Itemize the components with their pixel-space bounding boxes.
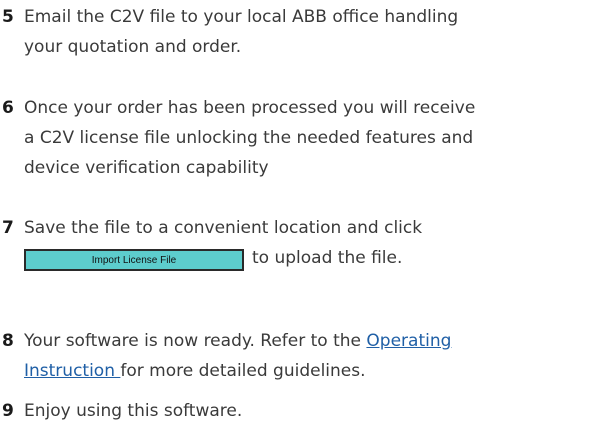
import-license-file-button[interactable]: Import License File xyxy=(24,249,244,271)
step-line: Save the file to a convenient location a… xyxy=(24,218,423,238)
step-number: 6 xyxy=(2,98,14,118)
step-line-text: for more detailed guidelines. xyxy=(120,361,366,381)
operating-instruction-link[interactable]: Operating xyxy=(366,331,451,351)
step-line: to upload the file. xyxy=(252,248,403,268)
step-text: Your software is now ready. Refer to the… xyxy=(24,326,596,386)
step-line: Once your order has been processed you w… xyxy=(24,98,476,118)
step-line: a C2V license file unlocking the needed … xyxy=(24,128,474,148)
step-line: Your software is now ready. Refer to the… xyxy=(24,326,596,356)
step-text: Email the C2V file to your local ABB off… xyxy=(24,2,596,62)
step-number: 5 xyxy=(2,7,14,27)
step-line: Instruction for more detailed guidelines… xyxy=(24,356,596,386)
button-line: Import License File to upload the file. xyxy=(24,243,596,275)
operating-instruction-link-cont[interactable]: Instruction xyxy=(24,361,120,381)
step-number: 7 xyxy=(2,218,14,238)
step-line: Enjoy using this software. xyxy=(24,401,243,421)
step-text: Save the file to a convenient location a… xyxy=(24,213,596,275)
step-text: Once your order has been processed you w… xyxy=(24,93,596,183)
step-number: 9 xyxy=(2,401,14,421)
step-line: device verification capability xyxy=(24,158,269,178)
step-line: your quotation and order. xyxy=(24,37,242,57)
step-line-text: Your software is now ready. Refer to the xyxy=(24,331,367,351)
step-number: 8 xyxy=(2,331,14,351)
step-line: Email the C2V file to your local ABB off… xyxy=(24,7,459,27)
step-text: Enjoy using this software. xyxy=(24,396,596,426)
